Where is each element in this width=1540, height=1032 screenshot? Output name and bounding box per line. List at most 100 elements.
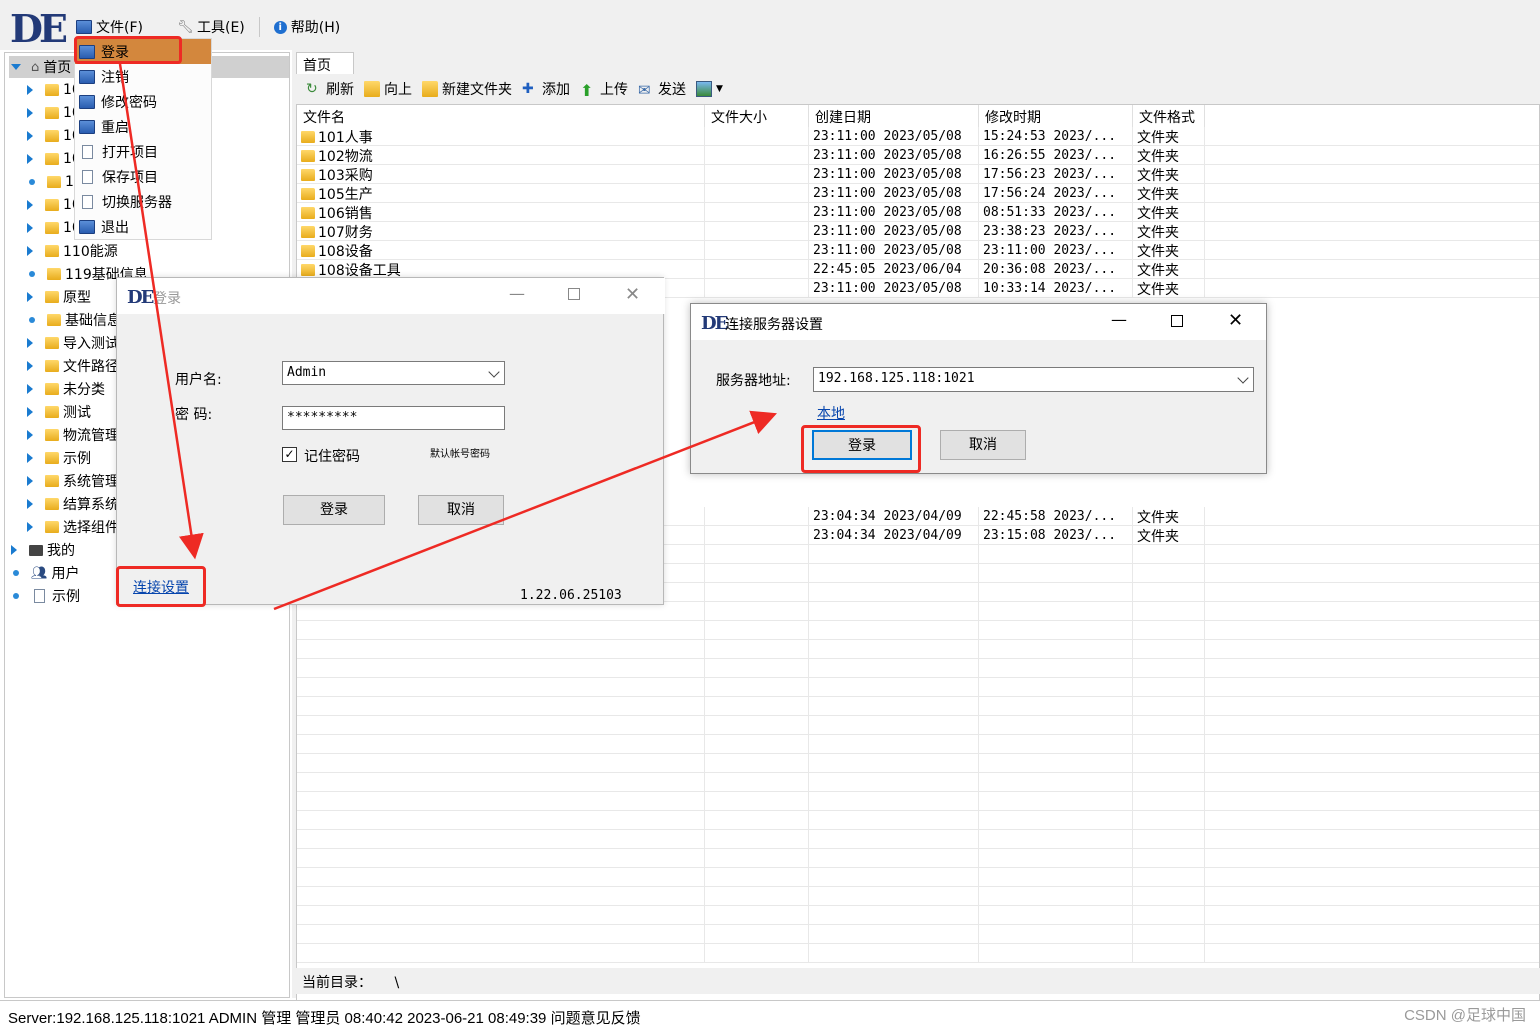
table-row[interactable]: 108设备 23:11:00 2023/05/08 23:11:00 2023/..… xyxy=(297,241,1539,260)
tree-item[interactable]: 未分类 xyxy=(27,378,105,400)
new-folder-button[interactable]: 新建文件夹 xyxy=(422,79,512,99)
tree-item[interactable]: 110能源 xyxy=(27,240,118,262)
expand-arrow-icon[interactable] xyxy=(27,85,33,95)
tree-item[interactable]: 物流管理 xyxy=(27,424,119,446)
expand-arrow-icon[interactable] xyxy=(27,476,33,486)
upload-button[interactable]: ⬆ 上传 xyxy=(580,79,628,100)
tree-item[interactable]: 测试 xyxy=(27,401,91,423)
menu-item-change-password[interactable]: 修改密码 xyxy=(75,89,211,114)
table-cell xyxy=(979,602,1133,621)
expand-arrow-icon[interactable] xyxy=(27,430,33,440)
minimize-icon[interactable]: — xyxy=(1111,310,1127,329)
column-header-name[interactable]: 文件名 xyxy=(297,105,705,127)
maximize-icon[interactable] xyxy=(568,288,580,300)
tree-item[interactable]: 结算系统 xyxy=(27,493,119,515)
column-header-created[interactable]: 创建日期 xyxy=(809,105,979,127)
tree-item[interactable]: 10 xyxy=(27,79,81,101)
tree-item[interactable]: 10 xyxy=(27,148,81,170)
expand-arrow-icon[interactable] xyxy=(11,64,21,70)
tree-item[interactable]: 文件路径 xyxy=(27,355,119,377)
tree-item[interactable]: 10 xyxy=(27,125,81,147)
table-row[interactable]: 101人事 23:11:00 2023/05/08 15:24:53 2023/..… xyxy=(297,127,1539,146)
expand-arrow-icon[interactable] xyxy=(27,407,33,417)
expand-arrow-icon[interactable] xyxy=(27,453,33,463)
maximize-icon[interactable] xyxy=(1171,315,1183,327)
tree-item[interactable]: 基础信息 xyxy=(27,309,121,331)
table-cell xyxy=(297,849,705,868)
tree-item-users[interactable]: 👥︎ 用户 xyxy=(11,562,80,584)
menu-item-exit[interactable]: 退出 xyxy=(75,214,211,239)
expand-arrow-icon[interactable] xyxy=(27,292,33,302)
empty-row xyxy=(297,716,1539,735)
column-header-format[interactable]: 文件格式 xyxy=(1133,105,1205,127)
expand-arrow-icon[interactable] xyxy=(27,223,33,233)
table-cell: 101人事 xyxy=(297,127,705,146)
tree-item-label: 测试 xyxy=(63,405,91,421)
table-row[interactable]: 102物流 23:11:00 2023/05/08 16:26:55 2023/..… xyxy=(297,146,1539,165)
login-button[interactable]: 登录 xyxy=(283,495,385,525)
expand-arrow-icon[interactable] xyxy=(27,131,33,141)
table-cell xyxy=(979,887,1133,906)
close-icon[interactable]: ✕ xyxy=(1228,310,1243,331)
add-button[interactable]: ✚ 添加 xyxy=(522,79,570,99)
table-row[interactable]: 106销售 23:11:00 2023/05/08 08:51:33 2023/..… xyxy=(297,203,1539,222)
server-address-combobox[interactable]: 192.168.125.118:1021 xyxy=(813,367,1254,392)
expand-arrow-icon[interactable] xyxy=(27,522,33,532)
tree-item[interactable]: 10 xyxy=(27,194,81,216)
tree-item[interactable]: 10 xyxy=(27,217,81,239)
default-account-hint[interactable]: 默认帐号密码 xyxy=(430,445,490,460)
remember-password-checkbox[interactable]: ✓ xyxy=(282,447,297,462)
cancel-button[interactable]: 取消 xyxy=(418,495,504,525)
menu-item-open-project[interactable]: 打开项目 xyxy=(75,139,211,164)
close-icon[interactable]: ✕ xyxy=(625,284,640,305)
tree-item[interactable]: 系统管理 xyxy=(27,470,119,492)
menu-file[interactable]: 文件(F) xyxy=(68,16,151,38)
minimize-icon[interactable]: — xyxy=(509,284,525,303)
menu-item-switch-server[interactable]: 切换服务器 xyxy=(75,189,211,214)
tree-item-mine[interactable]: 我的 xyxy=(11,539,75,561)
tree-item[interactable]: 原型 xyxy=(27,286,91,308)
tree-item-example[interactable]: 示例 xyxy=(11,585,80,607)
tree-root-home[interactable]: ⌂ 首页 xyxy=(11,56,71,78)
cell-text: 10:33:14 2023/... xyxy=(983,281,1117,296)
expand-arrow-icon[interactable] xyxy=(27,200,33,210)
tab-home[interactable]: 首页 xyxy=(296,52,354,74)
table-cell xyxy=(297,621,705,640)
column-header-size[interactable]: 文件大小 xyxy=(705,105,809,127)
conn-cancel-button[interactable]: 取消 xyxy=(940,430,1026,460)
cell-text: 文件夹 xyxy=(1137,509,1179,526)
up-button[interactable]: 向上 xyxy=(364,79,412,99)
view-dropdown-button[interactable]: ▼ xyxy=(696,81,723,97)
menu-help[interactable]: i 帮助(H) xyxy=(266,16,348,38)
expand-arrow-icon[interactable] xyxy=(27,338,33,348)
tree-item[interactable]: 10 xyxy=(27,102,81,124)
table-row[interactable]: 103采购 23:11:00 2023/05/08 17:56:23 2023/..… xyxy=(297,165,1539,184)
expand-arrow-icon[interactable] xyxy=(11,545,17,555)
table-cell xyxy=(705,944,809,963)
expand-arrow-icon[interactable] xyxy=(27,499,33,509)
send-button[interactable]: ✉ 发送 xyxy=(638,79,686,99)
chevron-down-icon[interactable] xyxy=(1237,372,1249,384)
local-link[interactable]: 本地 xyxy=(817,403,845,423)
expand-arrow-icon[interactable] xyxy=(27,108,33,118)
menu-item-save-project[interactable]: 保存项目 xyxy=(75,164,211,189)
password-field[interactable]: ********* xyxy=(282,406,505,430)
expand-arrow-icon[interactable] xyxy=(27,361,33,371)
tree-item[interactable]: 导入测试 xyxy=(27,332,119,354)
table-cell: 23:04:34 2023/04/09 xyxy=(809,526,979,545)
expand-arrow-icon[interactable] xyxy=(27,384,33,394)
table-row[interactable]: 107财务 23:11:00 2023/05/08 23:38:23 2023/..… xyxy=(297,222,1539,241)
table-row[interactable]: 105生产 23:11:00 2023/05/08 17:56:24 2023/..… xyxy=(297,184,1539,203)
column-header-modified[interactable]: 修改时期 xyxy=(979,105,1133,127)
chevron-down-icon[interactable] xyxy=(488,366,500,378)
menu-tools[interactable]: 🔧︎ 工具(E) xyxy=(169,16,253,38)
refresh-button[interactable]: ↻ 刷新 xyxy=(306,79,354,99)
menu-item-restart[interactable]: 重启 xyxy=(75,114,211,139)
tree-item[interactable]: 选择组件 xyxy=(27,516,119,538)
expand-arrow-icon[interactable] xyxy=(27,246,33,256)
username-combobox[interactable]: Admin xyxy=(282,361,505,385)
top-menu-bar: DE 文件(F) 🔧︎ 工具(E) i 帮助(H) xyxy=(0,0,1540,51)
tree-item[interactable]: 示例 xyxy=(27,447,91,469)
menu-item-logout[interactable]: 注销 xyxy=(75,64,211,89)
expand-arrow-icon[interactable] xyxy=(27,154,33,164)
